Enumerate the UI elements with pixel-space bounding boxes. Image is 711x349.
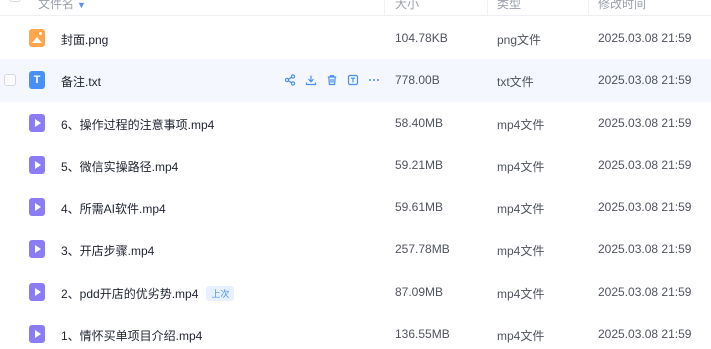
video-file-icon xyxy=(29,282,45,301)
file-row[interactable]: 封面.png 104.78KB png文件 2025.03.08 21:59 xyxy=(0,17,711,59)
column-divider[interactable] xyxy=(487,0,488,16)
video-file-icon xyxy=(29,198,45,217)
file-type: mp4文件 xyxy=(497,329,545,344)
column-header-size[interactable]: 大小 xyxy=(395,0,419,12)
file-name-label[interactable]: 2、pdd开店的优劣势.mp4 xyxy=(61,287,198,301)
file-type: mp4文件 xyxy=(497,117,545,132)
select-all-checkbox[interactable] xyxy=(9,0,21,2)
file-size: 778.00B xyxy=(395,73,440,88)
file-type: mp4文件 xyxy=(497,159,545,174)
video-file-icon xyxy=(29,113,45,132)
download-icon[interactable] xyxy=(300,72,321,88)
more-icon[interactable] xyxy=(363,72,384,88)
file-size: 257.78MB xyxy=(395,242,450,257)
file-size: 104.78KB xyxy=(395,31,448,45)
video-file-icon xyxy=(29,240,45,259)
file-modified-date: 2025.03.08 21:59 xyxy=(598,242,692,257)
file-name[interactable]: 5、微信实操路径.mp4 xyxy=(61,158,178,175)
row-action-bar xyxy=(279,72,384,88)
file-modified-date: 2025.03.08 21:59 xyxy=(598,200,692,215)
file-list: 封面.png 104.78KB png文件 2025.03.08 21:59 T… xyxy=(0,17,711,349)
image-file-icon xyxy=(29,29,45,47)
file-name[interactable]: 封面.png xyxy=(61,31,108,48)
file-size: 87.09MB xyxy=(395,284,444,299)
file-row[interactable]: 1、情怀买单项目介绍.mp4 136.55MB mp4文件 2025.03.08… xyxy=(0,313,711,349)
file-list-header: 文件名 ▼ 大小 类型 修改时间 xyxy=(0,0,711,16)
file-type: txt文件 xyxy=(497,75,534,90)
file-row[interactable]: 5、微信实操路径.mp4 59.21MB mp4文件 2025.03.08 21… xyxy=(0,144,711,186)
file-row[interactable]: 6、操作过程的注意事项.mp4 58.40MB mp4文件 2025.03.08… xyxy=(0,102,711,144)
file-size: 59.61MB xyxy=(395,200,444,215)
sort-arrow-icon[interactable]: ▼ xyxy=(77,0,86,10)
file-name[interactable]: 4、所需AI软件.mp4 xyxy=(61,200,166,217)
file-type: mp4文件 xyxy=(497,202,545,217)
video-file-icon xyxy=(29,155,45,174)
column-divider[interactable] xyxy=(384,0,385,16)
file-row[interactable]: 3、开店步骤.mp4 257.78MB mp4文件 2025.03.08 21:… xyxy=(0,228,711,270)
video-file-icon xyxy=(29,325,45,344)
file-type: mp4文件 xyxy=(497,286,545,301)
row-checkbox[interactable] xyxy=(4,74,16,87)
file-size: 58.40MB xyxy=(395,115,444,130)
file-name[interactable]: 6、操作过程的注意事项.mp4 xyxy=(61,116,214,133)
last-viewed-badge: 上次 xyxy=(206,285,235,301)
text-file-icon: T xyxy=(29,71,45,90)
file-modified-date: 2025.03.08 21:59 xyxy=(598,31,692,45)
file-name[interactable]: 备注.txt xyxy=(61,73,101,90)
file-size: 136.55MB xyxy=(395,327,450,342)
file-name[interactable]: 3、开店步骤.mp4 xyxy=(61,242,154,259)
file-row[interactable]: T 备注.txt 778.00B txt文件 2025.03.08 21:59 xyxy=(0,59,711,102)
file-modified-date: 2025.03.08 21:59 xyxy=(598,284,692,299)
delete-icon[interactable] xyxy=(321,72,342,88)
file-name[interactable]: 1、情怀买单项目介绍.mp4 xyxy=(61,327,202,344)
file-type: mp4文件 xyxy=(497,244,545,259)
column-header-date[interactable]: 修改时间 xyxy=(598,0,646,12)
details-icon[interactable] xyxy=(342,72,363,88)
file-modified-date: 2025.03.08 21:59 xyxy=(598,157,692,172)
file-row[interactable]: 4、所需AI软件.mp4 59.61MB mp4文件 2025.03.08 21… xyxy=(0,186,711,228)
file-row[interactable]: 2、pdd开店的优劣势.mp4 上次 87.09MB mp4文件 2025.03.… xyxy=(0,271,711,313)
column-header-name-label: 文件名 xyxy=(38,0,75,11)
file-type: png文件 xyxy=(497,33,542,47)
column-divider[interactable] xyxy=(588,0,589,16)
file-name[interactable]: 2、pdd开店的优劣势.mp4 上次 xyxy=(61,285,235,302)
file-modified-date: 2025.03.08 21:59 xyxy=(598,327,692,342)
column-header-type[interactable]: 类型 xyxy=(497,0,521,12)
column-header-name[interactable]: 文件名 ▼ xyxy=(38,0,86,12)
file-modified-date: 2025.03.08 21:59 xyxy=(598,73,692,88)
file-size: 59.21MB xyxy=(395,157,444,172)
share-icon[interactable] xyxy=(279,72,300,88)
file-modified-date: 2025.03.08 21:59 xyxy=(598,115,692,130)
